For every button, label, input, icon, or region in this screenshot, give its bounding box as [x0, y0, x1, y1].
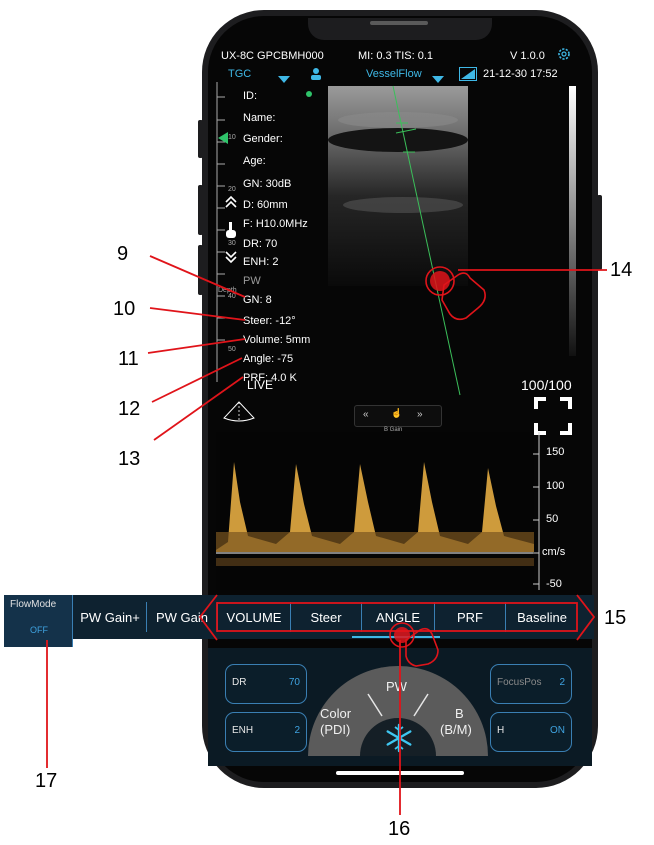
annotation-15: 15 — [604, 607, 627, 629]
annotation-10: 10 — [113, 298, 136, 320]
annotation-14: 14 — [610, 259, 633, 281]
annotation-lines — [46, 255, 607, 815]
annotation-9: 9 — [117, 243, 129, 265]
annotation-12: 12 — [118, 398, 141, 420]
annotation-13: 13 — [118, 448, 141, 470]
annotation-11: 11 — [118, 348, 139, 370]
annotation-17: 17 — [35, 770, 58, 792]
annotation-16: 16 — [388, 818, 411, 840]
